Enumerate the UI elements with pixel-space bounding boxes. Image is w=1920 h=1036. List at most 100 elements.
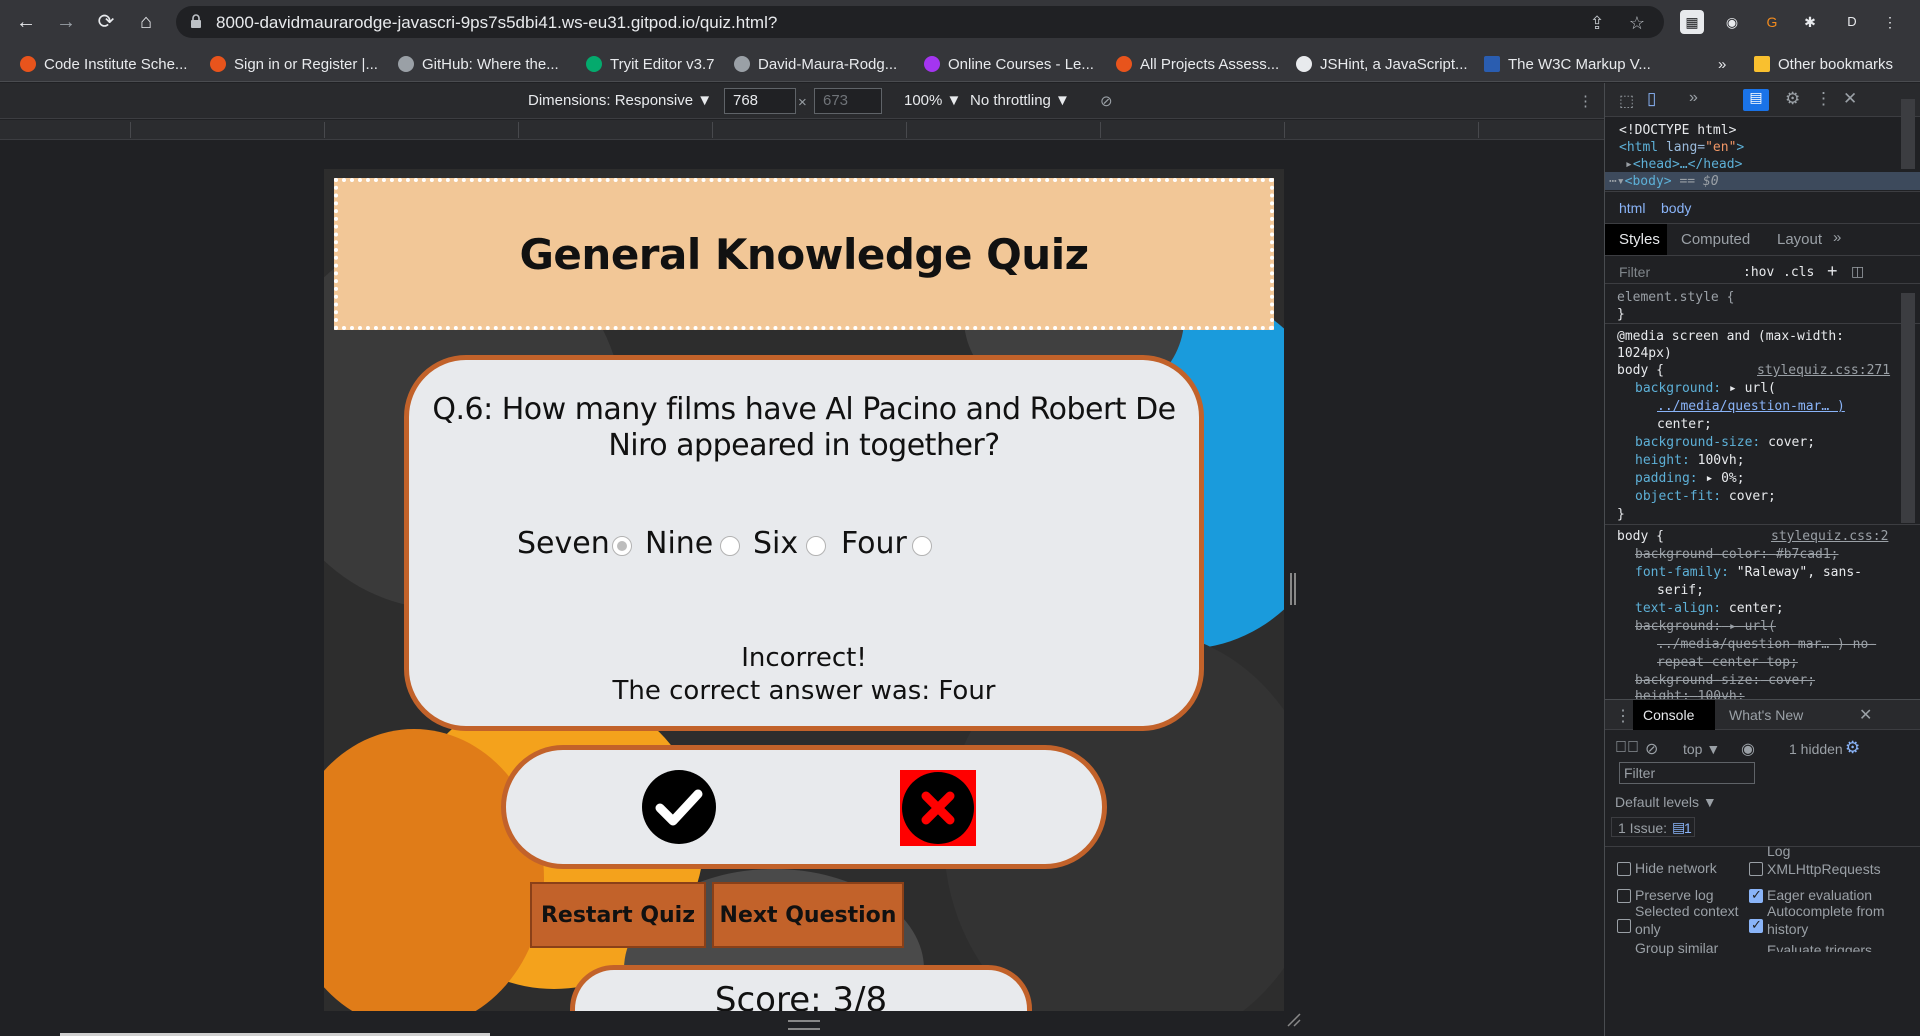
drawer-menu-icon[interactable]: ⋮ — [1615, 706, 1631, 726]
inspect-icon[interactable]: ⬚ — [1619, 91, 1634, 111]
option-label-six[interactable]: Six — [753, 526, 798, 561]
body-selector[interactable]: body { — [1617, 363, 1664, 378]
rotate-icon[interactable]: ⊘ — [1100, 92, 1113, 110]
css-declaration-overridden[interactable]: background-size: cover; — [1635, 673, 1815, 688]
height-input[interactable]: 673 — [814, 88, 882, 114]
css-declaration[interactable]: text-align: center; — [1635, 601, 1784, 616]
preserve-log-checkbox[interactable] — [1617, 889, 1631, 903]
address-bar[interactable]: 8000-davidmaurarodge-javascri-9ps7s5dbi4… — [176, 6, 1664, 38]
bookmark-item[interactable]: GitHub: Where the... — [398, 53, 559, 75]
bookmark-item[interactable]: Online Courses - Le... — [924, 53, 1094, 75]
dom-body-node-selected[interactable]: ⋯▾<body> == $0 — [1605, 172, 1920, 190]
stylesheet-link[interactable]: stylequiz.css:2 — [1771, 529, 1888, 544]
bookmark-item[interactable]: JSHint, a JavaScript... — [1296, 53, 1468, 75]
eager-evaluation-checkbox[interactable] — [1749, 887, 1763, 903]
hide-network-checkbox[interactable] — [1617, 862, 1631, 876]
dom-scrollbar[interactable] — [1901, 99, 1915, 169]
body-selector[interactable]: body { — [1617, 529, 1664, 544]
autocomplete-checkbox[interactable] — [1749, 917, 1763, 933]
device-toggle-icon[interactable]: ▯ — [1647, 89, 1656, 109]
stylesheet-link[interactable]: stylequiz.css:271 — [1757, 363, 1890, 378]
css-declaration[interactable]: height: 100vh; — [1635, 453, 1745, 468]
selected-context-checkbox[interactable] — [1617, 919, 1631, 933]
clear-console-icon[interactable]: ⊘ — [1645, 739, 1658, 759]
eye-icon[interactable]: ◉ — [1741, 739, 1755, 759]
zoom-dropdown[interactable]: 100% ▼ — [904, 92, 961, 109]
context-selector[interactable]: top ▼ — [1683, 741, 1720, 757]
css-declaration[interactable]: padding: ▸ 0%; — [1635, 471, 1745, 486]
css-declaration[interactable]: object-fit: cover; — [1635, 489, 1776, 504]
grammar-extension-icon[interactable]: G — [1760, 10, 1784, 34]
styles-scrollbar[interactable] — [1901, 293, 1915, 523]
toggle-sidebar-icon[interactable]: ◫ — [1851, 263, 1864, 280]
css-url-link[interactable]: ../media/question-mar… ) — [1657, 399, 1845, 414]
option-label-seven[interactable]: Seven — [517, 526, 610, 561]
css-declaration-overridden[interactable]: background-color: #b7cad1; — [1635, 547, 1839, 562]
option-radio-four[interactable] — [912, 536, 932, 556]
tab-whats-new[interactable]: What's New — [1729, 707, 1803, 723]
expand-arrow-icon[interactable]: ▸ — [1625, 157, 1633, 172]
console-filter-input[interactable]: Filter — [1619, 762, 1755, 784]
viewport-resize-handle[interactable] — [1290, 573, 1296, 605]
bookmarks-overflow-button[interactable]: » — [1718, 53, 1726, 75]
bookmark-item[interactable]: Code Institute Sche... — [20, 53, 187, 75]
other-bookmarks[interactable]: Other bookmarks — [1754, 53, 1893, 75]
element-style-rule[interactable]: element.style { — [1617, 290, 1734, 305]
restart-quiz-button[interactable]: Restart Quiz — [530, 882, 706, 948]
viewport-bottom-resize-handle[interactable] — [788, 1020, 820, 1030]
bookmark-item[interactable]: The W3C Markup V... — [1484, 53, 1651, 75]
settings-gear-icon[interactable]: ⚙ — [1785, 89, 1800, 109]
cls-toggle[interactable]: .cls — [1783, 265, 1814, 280]
css-declaration-overridden[interactable]: height: 100vh; — [1635, 689, 1745, 699]
star-icon[interactable]: ☆ — [1626, 12, 1648, 34]
log-xhr-checkbox[interactable] — [1749, 862, 1763, 876]
forward-arrow-icon[interactable]: → — [50, 6, 82, 38]
option-radio-nine[interactable] — [720, 536, 740, 556]
next-question-button[interactable]: Next Question — [712, 882, 904, 948]
profile-avatar[interactable]: D — [1840, 10, 1864, 34]
devtools-menu-icon[interactable]: ⋮ — [1815, 89, 1832, 109]
option-radio-six[interactable] — [806, 536, 826, 556]
tab-layout[interactable]: Layout — [1777, 231, 1822, 248]
reload-icon[interactable]: ⟳ — [90, 6, 122, 38]
css-declaration[interactable]: background-size: cover; — [1635, 435, 1815, 450]
css-declaration-overridden[interactable]: background: ▸ url( — [1635, 619, 1776, 634]
home-icon[interactable]: ⌂ — [130, 6, 162, 38]
resize-corner-icon[interactable] — [1286, 1012, 1302, 1028]
css-declaration[interactable]: background: ▸ url( — [1635, 381, 1776, 396]
dom-html-node[interactable]: <html lang="en"> — [1619, 140, 1744, 155]
dom-doctype[interactable]: <!DOCTYPE html> — [1619, 123, 1736, 138]
puzzle-extensions-icon[interactable]: ✱ — [1798, 10, 1822, 34]
bookmark-item[interactable]: David-Maura-Rodg... — [734, 53, 897, 75]
tab-computed[interactable]: Computed — [1681, 231, 1750, 248]
tab-styles[interactable]: Styles — [1619, 231, 1660, 248]
more-tabs-icon[interactable]: » — [1689, 89, 1698, 107]
bookmark-item[interactable]: Tryit Editor v3.7 — [586, 53, 714, 75]
menu-dots-icon[interactable]: ⋮ — [1878, 10, 1902, 34]
dimensions-dropdown[interactable]: Dimensions: Responsive ▼ — [528, 92, 712, 109]
media-query-ruler[interactable] — [0, 120, 1604, 140]
breadcrumb-html[interactable]: html — [1619, 200, 1645, 216]
bookmark-item[interactable]: All Projects Assess... — [1116, 53, 1279, 75]
throttling-dropdown[interactable]: No throttling ▼ — [970, 92, 1070, 109]
css-declaration[interactable]: font-family: "Raleway", sans- — [1635, 565, 1862, 580]
tab-more[interactable]: » — [1833, 229, 1841, 246]
close-drawer-icon[interactable]: ✕ — [1859, 705, 1872, 725]
console-sidebar-icon[interactable]: ▸⃞ — [1615, 739, 1639, 757]
tab-console[interactable]: Console — [1643, 707, 1694, 723]
owl-extension-icon[interactable]: ◉ — [1720, 10, 1744, 34]
add-rule-icon[interactable]: + — [1827, 261, 1838, 282]
close-devtools-icon[interactable]: ✕ — [1843, 89, 1857, 109]
option-label-four[interactable]: Four — [841, 526, 907, 561]
qr-extension-icon[interactable]: ▦ — [1680, 10, 1704, 34]
issues-badge[interactable]: 1 Issue: ▤ 1 — [1611, 817, 1695, 837]
option-label-nine[interactable]: Nine — [645, 526, 713, 561]
console-settings-icon[interactable]: ⚙ — [1845, 738, 1860, 758]
log-levels-dropdown[interactable]: Default levels ▼ — [1615, 794, 1717, 810]
back-arrow-icon[interactable]: ← — [10, 6, 42, 38]
hov-toggle[interactable]: :hov — [1743, 265, 1774, 280]
dom-head-node[interactable]: ▸<head>…</head> — [1625, 157, 1742, 172]
breadcrumb-body[interactable]: body — [1661, 200, 1691, 216]
option-radio-seven[interactable] — [612, 536, 632, 556]
styles-filter-input[interactable]: Filter — [1619, 264, 1650, 280]
